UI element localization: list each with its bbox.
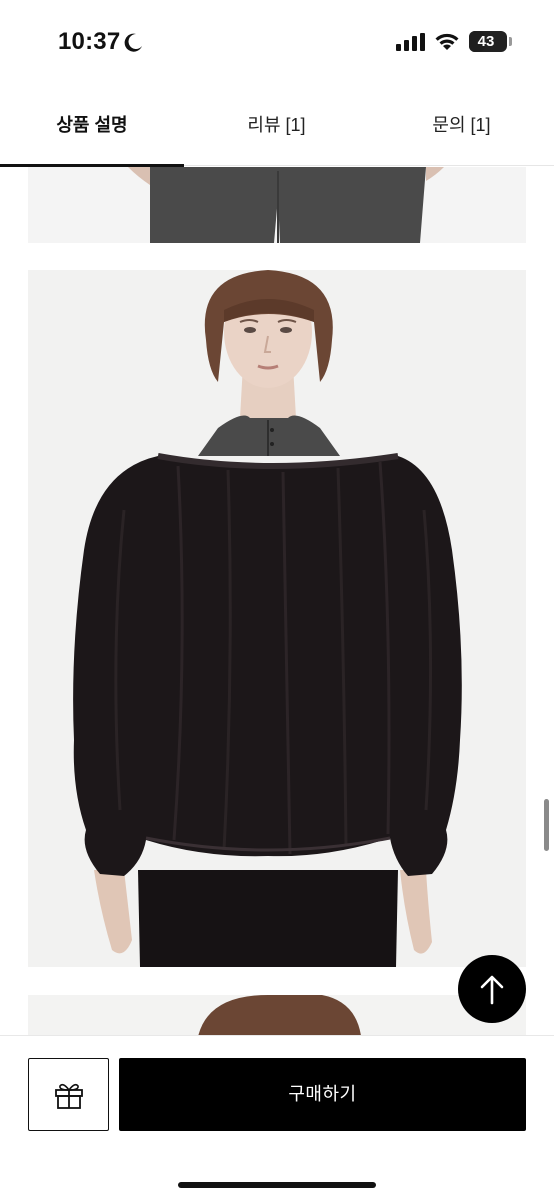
gift-icon [55,1083,83,1109]
status-time: 10:37 [58,28,121,55]
tab-reviews[interactable]: 리뷰 [1] [184,84,369,166]
arrow-up-icon [480,975,504,1005]
wifi-icon [435,33,459,50]
tab-inquiries[interactable]: 문의 [1] [369,84,554,166]
moon-icon [124,33,142,52]
gift-button[interactable] [28,1058,109,1131]
battery-icon: 43 [469,31,507,52]
home-indicator[interactable] [178,1182,376,1188]
product-photo-next [28,995,526,1035]
battery-cap [509,37,512,46]
scrollbar[interactable] [544,799,549,851]
status-bar: 10:37 43 [0,0,554,84]
signal-icon [396,33,425,51]
tab-bar: 상품 설명 리뷰 [1] 문의 [1] [0,84,554,167]
scroll-to-top-button[interactable] [458,955,526,1023]
tab-product-description[interactable]: 상품 설명 [0,84,184,166]
bottom-action-bar: 구매하기 [0,1035,554,1200]
buy-button[interactable]: 구매하기 [119,1058,526,1131]
battery-percent: 43 [477,33,495,50]
product-photo-skirt [28,167,526,243]
product-detail-content[interactable] [0,167,554,1035]
product-photo-blouse [28,270,526,967]
